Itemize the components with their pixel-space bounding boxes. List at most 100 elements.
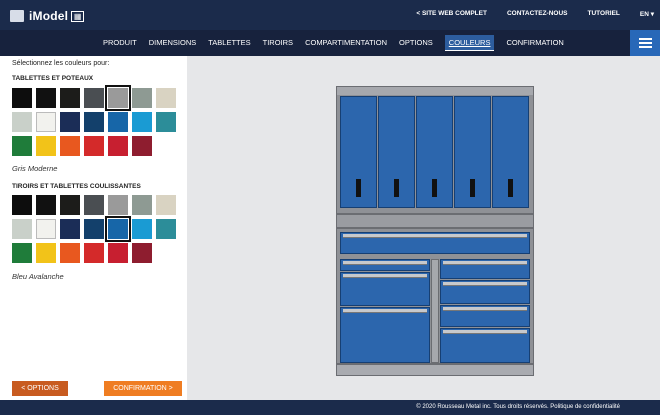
logo-text: iModel — [29, 9, 69, 23]
drawer-left — [340, 272, 430, 306]
tablettes-swatch-10[interactable] — [84, 112, 104, 132]
menu-icon — [639, 38, 652, 40]
door-handle — [508, 179, 513, 197]
next-confirmation-button[interactable]: CONFIRMATION > — [104, 381, 182, 396]
swatch-grid-tablettes — [12, 85, 182, 160]
door-handle — [394, 179, 399, 197]
top-links: < SITE WEB COMPLET CONTACTEZ-NOUS TUTORI… — [396, 10, 654, 18]
tiroirs-swatch-3[interactable] — [84, 195, 104, 215]
cabinet-upper-section — [336, 86, 534, 214]
tab-tablettes[interactable]: TABLETTES — [202, 30, 256, 56]
menu-icon — [639, 46, 652, 48]
tablettes-swatch-18[interactable] — [108, 136, 128, 156]
section-title-tablettes: TABLETTES ET POTEAUX — [12, 75, 94, 82]
tablettes-swatch-15[interactable] — [36, 136, 56, 156]
tablettes-swatch-11[interactable] — [108, 112, 128, 132]
cabinet-base — [336, 364, 534, 376]
drawer-right — [440, 305, 530, 327]
link-tutorial[interactable]: TUTORIEL — [588, 10, 620, 18]
tiroirs-swatch-2[interactable] — [60, 195, 80, 215]
swatch-grid-tiroirs — [12, 195, 182, 267]
tiroirs-swatch-1[interactable] — [36, 195, 56, 215]
tiroirs-swatch-19[interactable] — [132, 243, 152, 263]
tablettes-swatch-9[interactable] — [60, 112, 80, 132]
door-handle — [470, 179, 475, 197]
tiroirs-swatch-4[interactable] — [108, 195, 128, 215]
cabinet-middle-band — [336, 214, 534, 228]
tablettes-swatch-13[interactable] — [156, 112, 176, 132]
tablettes-swatch-8[interactable] — [36, 112, 56, 132]
tiroirs-swatch-11[interactable] — [105, 216, 131, 242]
cabinet-door — [492, 96, 529, 208]
link-contact[interactable]: CONTACTEZ-NOUS — [507, 10, 568, 18]
cabinet-door — [378, 96, 415, 208]
tab-couleurs[interactable]: COULEURS — [439, 30, 501, 56]
tiroirs-swatch-5[interactable] — [132, 195, 152, 215]
door-handle — [432, 179, 437, 197]
language-selector[interactable]: EN ▾ — [640, 10, 654, 18]
tab-produit[interactable]: PRODUIT — [97, 30, 143, 56]
nav-tabs: PRODUIT DIMENSIONS TABLETTES TIROIRS COM… — [97, 30, 570, 56]
tablettes-swatch-17[interactable] — [84, 136, 104, 156]
drawer-left — [340, 259, 430, 271]
cabinet-door — [454, 96, 491, 208]
section-title-tiroirs: TIROIRS ET TABLETTES COULISSANTES — [12, 183, 141, 190]
tablettes-swatch-16[interactable] — [60, 136, 80, 156]
tiroirs-swatch-13[interactable] — [156, 219, 176, 239]
tablettes-swatch-3[interactable] — [84, 88, 104, 108]
footer-text: © 2020 Rousseau Metal inc. Tous droits r… — [416, 404, 620, 410]
drawer-right — [440, 280, 530, 304]
drawer-wide — [340, 232, 530, 254]
tiroirs-swatch-6[interactable] — [156, 195, 176, 215]
back-options-button[interactable]: < OPTIONS — [12, 381, 68, 396]
tiroirs-swatch-17[interactable] — [84, 243, 104, 263]
tab-dimensions[interactable]: DIMENSIONS — [143, 30, 203, 56]
menu-icon — [639, 42, 652, 44]
door-handle — [356, 179, 361, 197]
tiroirs-swatch-15[interactable] — [36, 243, 56, 263]
color-panel: Sélectionnez les couleurs pour: TABLETTE… — [0, 56, 187, 400]
panel-intro: Sélectionnez les couleurs pour: — [12, 60, 110, 67]
tiroirs-swatch-0[interactable] — [12, 195, 32, 215]
tablettes-swatch-12[interactable] — [132, 112, 152, 132]
tablettes-swatch-7[interactable] — [12, 112, 32, 132]
tablettes-swatch-0[interactable] — [12, 88, 32, 108]
tiroirs-swatch-16[interactable] — [60, 243, 80, 263]
tiroirs-swatch-10[interactable] — [84, 219, 104, 239]
tiroirs-swatch-9[interactable] — [60, 219, 80, 239]
tablettes-swatch-2[interactable] — [60, 88, 80, 108]
tablettes-swatch-19[interactable] — [132, 136, 152, 156]
tiroirs-swatch-18[interactable] — [108, 243, 128, 263]
cabinet-top-strip — [337, 87, 533, 95]
tablettes-swatch-5[interactable] — [132, 88, 152, 108]
cabinet-door — [416, 96, 453, 208]
selected-color-tiroirs: Bleu Avalanche — [12, 272, 64, 281]
tab-compartimentation[interactable]: COMPARTIMENTATION — [299, 30, 393, 56]
tiroirs-swatch-7[interactable] — [12, 219, 32, 239]
main-nav: PRODUIT DIMENSIONS TABLETTES TIROIRS COM… — [0, 30, 660, 56]
menu-button[interactable] — [630, 30, 660, 56]
selected-color-tablettes: Gris Moderne — [12, 164, 58, 173]
drawer-right — [440, 328, 530, 363]
tab-options[interactable]: OPTIONS — [393, 30, 439, 56]
tiroirs-swatch-12[interactable] — [132, 219, 152, 239]
tablettes-swatch-1[interactable] — [36, 88, 56, 108]
top-header: iModel ▦ < SITE WEB COMPLET CONTACTEZ-NO… — [0, 0, 660, 30]
logo[interactable]: iModel ▦ — [10, 6, 85, 26]
drawer-right — [440, 259, 530, 279]
footer: © 2020 Rousseau Metal inc. Tous droits r… — [0, 400, 660, 415]
cabinet-door — [340, 96, 377, 208]
tablettes-swatch-6[interactable] — [156, 88, 176, 108]
cabinet-lower-section — [336, 228, 534, 364]
link-full-site[interactable]: < SITE WEB COMPLET — [416, 10, 487, 18]
tiroirs-swatch-14[interactable] — [12, 243, 32, 263]
tablettes-swatch-4[interactable] — [105, 85, 131, 111]
logo-box-icon: ▦ — [71, 10, 85, 22]
tab-tiroirs[interactable]: TIROIRS — [257, 30, 299, 56]
preview-canvas — [187, 56, 660, 400]
logo-mark-icon — [10, 10, 24, 22]
tab-confirmation[interactable]: CONFIRMATION — [500, 30, 569, 56]
tablettes-swatch-14[interactable] — [12, 136, 32, 156]
tiroirs-swatch-8[interactable] — [36, 219, 56, 239]
drawer-left — [340, 307, 430, 363]
